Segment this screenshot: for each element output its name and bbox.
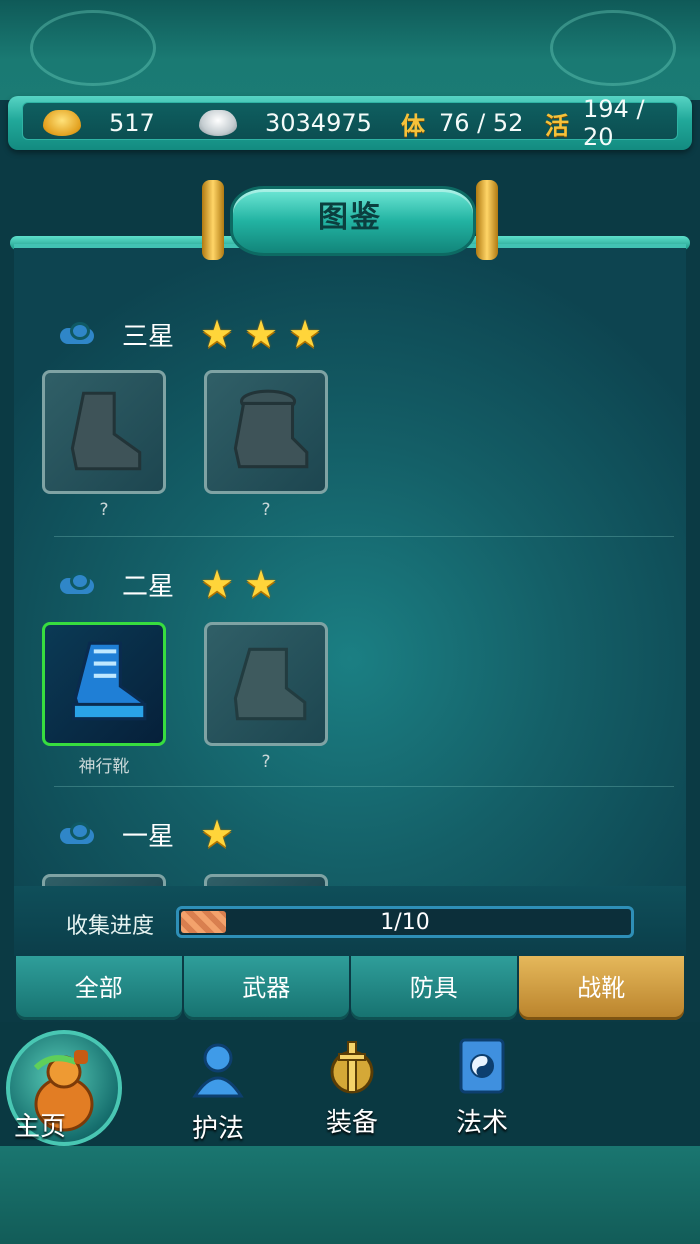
- tab-all[interactable]: 全部: [16, 956, 182, 1020]
- tier-label: 二星: [122, 571, 175, 602]
- tab-boots[interactable]: 战靴: [518, 956, 684, 1020]
- cloud-icon: [60, 822, 98, 846]
- item-label: ?: [261, 752, 271, 772]
- tab-weapons[interactable]: 武器: [183, 956, 349, 1020]
- category-tabs: 全部 武器 防具 战靴: [16, 956, 684, 1020]
- activity-icon: 活: [545, 111, 569, 140]
- top-banner: [0, 0, 700, 100]
- stamina-value: 76 / 52: [439, 109, 524, 137]
- star-icon: ★: [244, 562, 279, 606]
- progress-label: 收集进度: [66, 914, 155, 939]
- boot-silhouette-icon: [233, 389, 309, 469]
- decor-swirl: [550, 10, 676, 86]
- bottom-decor: [0, 1146, 700, 1244]
- nav-guardian[interactable]: 护法: [178, 1038, 258, 1145]
- cloud-icon: [60, 572, 98, 596]
- collection-panel[interactable]: 三星 ★ ★ ★ ? ? 二星 ★ ★ 神行靴 ? 一星 ★: [14, 244, 686, 956]
- star-icon: ★: [200, 562, 235, 606]
- sword-emblem-icon: [330, 1041, 374, 1094]
- section-header-three-star: 三星 ★ ★ ★: [60, 314, 332, 354]
- guardian-icon: [192, 1043, 244, 1098]
- item-slot-owned[interactable]: [42, 622, 166, 746]
- item-label: ?: [99, 500, 109, 520]
- silver-resource: 3034975: [199, 103, 372, 143]
- section-header-two-star: 二星 ★ ★: [60, 564, 288, 604]
- nav-guardian-label: 护法: [191, 1114, 244, 1144]
- progress-text: 1/10: [380, 910, 430, 935]
- divine-boots-icon: [71, 641, 147, 721]
- boot-silhouette-icon: [233, 647, 307, 721]
- section-header-one-star: 一星 ★: [60, 814, 244, 854]
- star-icon: ★: [244, 312, 279, 356]
- item-slot-locked[interactable]: [204, 622, 328, 746]
- stamina-resource: 体 76 / 52: [401, 103, 523, 143]
- star-icon: ★: [200, 312, 235, 356]
- item-slot-locked[interactable]: [204, 370, 328, 494]
- nav-home[interactable]: 主页: [0, 1106, 80, 1143]
- page-title: 图鉴: [318, 200, 382, 235]
- item-slot-locked[interactable]: [42, 370, 166, 494]
- item-label: ?: [261, 500, 271, 520]
- nav-equipment[interactable]: 装备: [312, 1038, 392, 1139]
- collection-progress: 收集进度 1/10: [14, 886, 686, 956]
- tab-armor[interactable]: 防具: [351, 956, 517, 1020]
- gold-resource: 517: [43, 103, 155, 143]
- gold-ingot-icon: [43, 110, 81, 136]
- taiji-scroll-icon: [459, 1038, 505, 1094]
- section-divider: [54, 536, 674, 537]
- nav-spells[interactable]: 法术: [442, 1036, 522, 1139]
- activity-resource: 活 194 / 20: [545, 95, 677, 151]
- gold-value: 517: [109, 109, 155, 137]
- star-icon: ★: [200, 812, 235, 856]
- decor-swirl: [30, 10, 156, 86]
- silver-ingot-icon: [199, 110, 237, 136]
- cloud-icon: [60, 322, 98, 346]
- item-label: 神行靴: [78, 757, 130, 777]
- silver-value: 3034975: [265, 109, 372, 137]
- nav-equipment-label: 装备: [325, 1108, 378, 1138]
- nav-spells-label: 法术: [455, 1108, 508, 1138]
- resource-bar: 517 3034975 体 76 / 52 活 194 / 20: [8, 95, 692, 151]
- activity-value: 194 / 20: [583, 95, 645, 151]
- progress-bar: 1/10: [176, 906, 634, 938]
- boot-silhouette-icon: [70, 391, 142, 471]
- section-divider: [54, 786, 674, 787]
- star-icon: ★: [288, 312, 323, 356]
- tier-label: 三星: [122, 321, 175, 352]
- stamina-icon: 体: [401, 111, 425, 140]
- title-scroll: 图鉴: [190, 176, 510, 262]
- tier-label: 一星: [122, 821, 175, 852]
- nav-home-label: 主页: [13, 1112, 66, 1142]
